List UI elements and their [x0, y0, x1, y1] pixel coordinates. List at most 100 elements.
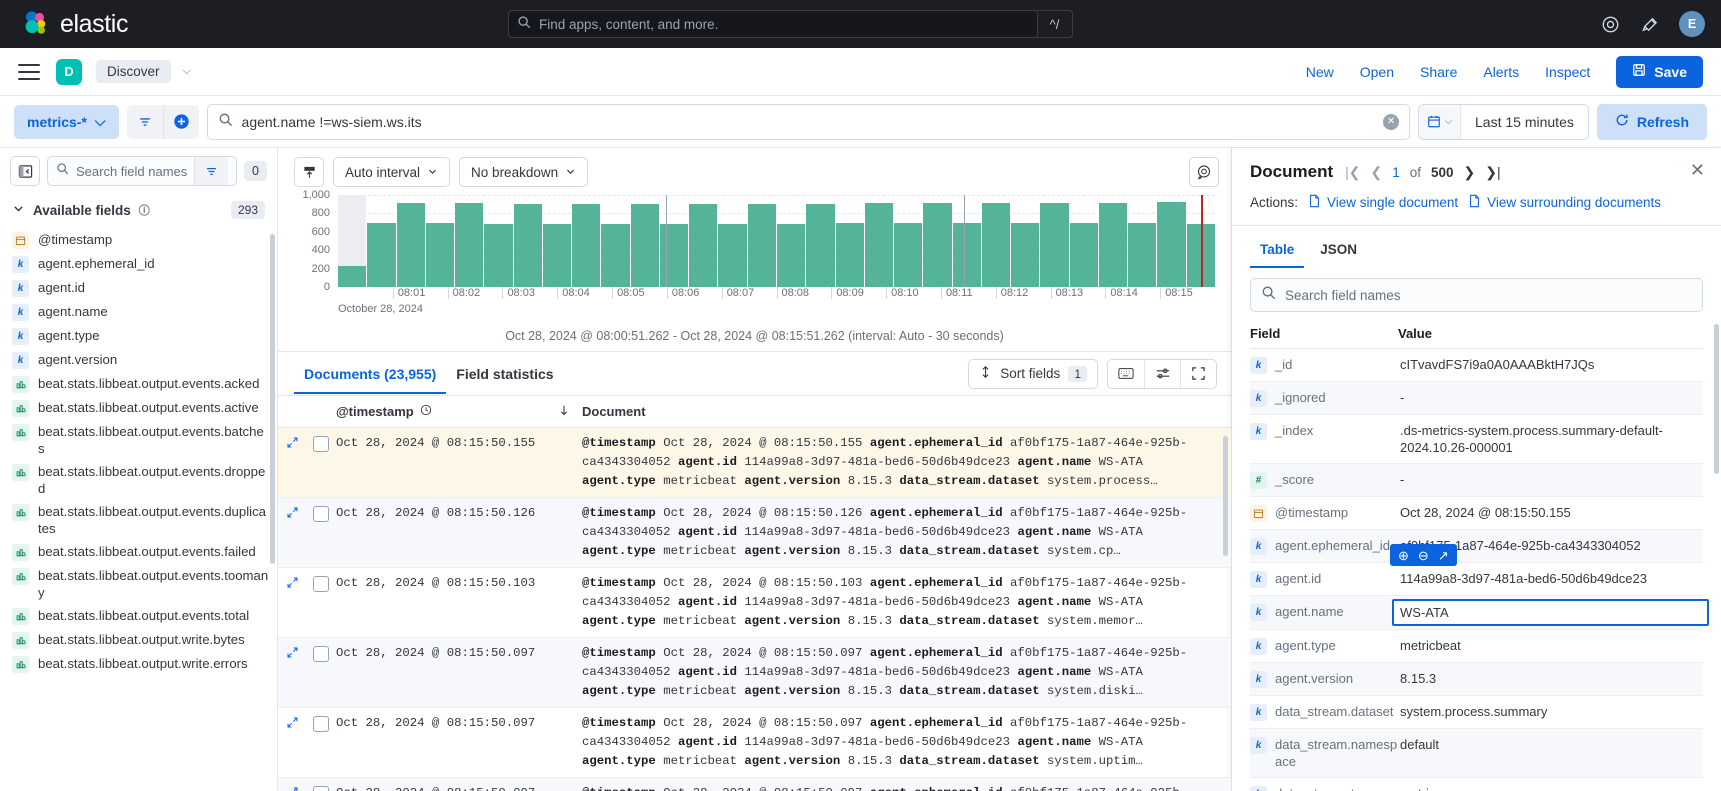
discover-app-icon[interactable]: D [56, 58, 82, 85]
expand-row-icon[interactable] [278, 714, 306, 771]
field-list-item[interactable]: k agent.type [12, 324, 269, 348]
tab-table[interactable]: Table [1250, 234, 1305, 268]
flyout-field-value[interactable]: default [1398, 736, 1703, 753]
field-search-input[interactable] [76, 163, 188, 179]
chart-type-button[interactable] [294, 157, 324, 187]
filter-options-button[interactable] [127, 105, 163, 139]
flyout-field-row[interactable]: k agent.name WS-ATA [1250, 596, 1709, 630]
chart-bar[interactable] [601, 223, 630, 287]
flyout-field-value[interactable]: - [1398, 471, 1703, 488]
last-page-icon[interactable]: ❯| [1485, 164, 1500, 181]
sort-fields-button[interactable]: Sort fields 1 [968, 358, 1098, 389]
chart-bar[interactable] [659, 223, 689, 287]
breadcrumb[interactable]: Discover [96, 60, 171, 83]
chart-bar[interactable] [513, 204, 542, 287]
field-list-item[interactable]: k agent.version [12, 348, 269, 372]
row-checkbox[interactable] [306, 574, 336, 631]
value-actions-popover[interactable]: ⊕ ⊖ ↗ [1390, 544, 1457, 566]
checkbox[interactable] [313, 506, 329, 522]
checkbox[interactable] [313, 436, 329, 452]
chart-bar-cell[interactable] [396, 195, 425, 287]
timestamp-col-header[interactable]: @timestamp [336, 404, 582, 420]
keyboard-shortcuts-button[interactable] [1108, 360, 1144, 388]
collapse-sidebar-button[interactable] [10, 156, 40, 186]
breakdown-picker[interactable]: No breakdown [459, 157, 589, 187]
fullscreen-button[interactable] [1180, 359, 1216, 388]
chart-bar[interactable] [923, 203, 952, 287]
chart-bar[interactable] [718, 223, 747, 287]
field-type-filter-button[interactable] [194, 157, 229, 185]
chart-bar[interactable] [1040, 203, 1069, 287]
flyout-field-value[interactable]: .ds-metrics-system.process.summary-defau… [1398, 422, 1703, 456]
display-options-button[interactable] [1144, 359, 1180, 388]
chart-bar[interactable] [776, 223, 806, 287]
chart-bar-cell[interactable] [894, 195, 923, 287]
field-list-item[interactable]: beat.stats.libbeat.output.events.active [12, 396, 269, 420]
field-list[interactable]: @timestamp k agent.ephemeral_id k agent.id k a… [0, 228, 277, 791]
flyout-field-row[interactable]: k agent.ephemeral_id af0bf175-1a87-464e-92… [1250, 530, 1703, 563]
row-checkbox[interactable] [306, 714, 336, 771]
clear-query-icon[interactable]: ✕ [1383, 113, 1400, 130]
chart-bar-cell[interactable] [747, 195, 776, 287]
close-icon[interactable]: ✕ [1690, 160, 1705, 181]
chart-bar[interactable] [1011, 222, 1040, 287]
flyout-field-value[interactable]: metricbeat [1398, 637, 1703, 654]
chart-bar-cell[interactable] [689, 195, 718, 287]
documents-scrollbar[interactable] [1223, 436, 1228, 556]
chart-bar-cell[interactable] [952, 195, 981, 287]
chart-bar-cell[interactable] [513, 195, 542, 287]
flyout-field-value[interactable]: Oct 28, 2024 @ 08:15:50.155 [1398, 504, 1703, 521]
field-list-item[interactable]: beat.stats.libbeat.output.events.failed [12, 540, 269, 564]
chart-bar-cell[interactable] [1098, 195, 1128, 287]
chart-bar-cell[interactable] [425, 195, 455, 287]
chart-bar[interactable] [952, 222, 981, 287]
field-list-item[interactable]: beat.stats.libbeat.output.events.total [12, 604, 269, 628]
chart-bar-cell[interactable] [776, 195, 806, 287]
chart-bar-cell[interactable] [659, 195, 689, 287]
chart-bar[interactable] [425, 222, 455, 287]
share-link[interactable]: Share [1420, 64, 1457, 80]
chart-bar-cell[interactable] [1040, 195, 1069, 287]
sort-desc-icon[interactable] [558, 404, 570, 420]
histogram-chart[interactable]: 1,000 800 600 400 200 0 08:01 08:02 08:03 08:04 0… [294, 189, 1215, 315]
expand-value-icon[interactable]: ↗ [1438, 549, 1449, 562]
table-row[interactable]: Oct 28, 2024 @ 08:15:50.155 @timestamp Oc… [278, 428, 1231, 498]
flyout-field-value[interactable]: cITvavdFS7i9a0A0AAABktH7JQs [1398, 356, 1703, 373]
chart-bar-cell[interactable] [981, 195, 1011, 287]
chart-bar[interactable] [338, 265, 367, 287]
data-view-picker[interactable]: metrics-* ⌵ [14, 104, 119, 139]
chart-bar[interactable] [835, 223, 864, 287]
chart-bar[interactable] [396, 203, 425, 287]
checkbox[interactable] [313, 786, 329, 791]
field-list-item[interactable]: beat.stats.libbeat.output.write.errors [12, 652, 269, 676]
chart-bar-cell[interactable] [484, 195, 513, 287]
chart-bar-cell[interactable] [1069, 195, 1098, 287]
next-page-icon[interactable]: ❯ [1464, 164, 1476, 181]
flyout-field-row[interactable]: k agent.id 114a99a8-3d97-481a-bed6-50d6b49… [1250, 544, 1703, 596]
row-checkbox[interactable] [306, 504, 336, 561]
chart-bar-cell[interactable] [806, 195, 835, 287]
chart-bar[interactable] [981, 202, 1011, 287]
chart-bar[interactable] [894, 222, 923, 287]
flyout-field-row[interactable]: # _score - [1250, 464, 1703, 497]
chart-bar-cell[interactable] [1011, 195, 1040, 287]
flyout-field-row[interactable]: k data_stream.namespace default [1250, 729, 1703, 778]
chart-bar-cell[interactable] [572, 195, 601, 287]
chart-bar-cell[interactable] [601, 195, 630, 287]
chart-bar-cell[interactable] [1157, 195, 1186, 287]
chart-bar[interactable] [1157, 202, 1186, 287]
chart-bar-cell[interactable] [630, 195, 659, 287]
open-link[interactable]: Open [1360, 64, 1394, 80]
checkbox[interactable] [313, 576, 329, 592]
flyout-scrollbar[interactable] [1714, 324, 1719, 474]
inspect-link[interactable]: Inspect [1545, 64, 1590, 80]
chart-bar-cell[interactable] [542, 195, 572, 287]
flyout-field-row[interactable]: k data_stream.dataset system.process.summa… [1250, 696, 1703, 729]
flyout-field-row[interactable]: k agent.version 8.15.3 [1250, 663, 1703, 696]
chart-bar[interactable] [630, 204, 659, 287]
field-list-item[interactable]: k agent.name [12, 300, 269, 324]
chevron-down-icon[interactable]: ⌵ [183, 65, 191, 78]
flyout-field-value[interactable]: - [1398, 389, 1703, 406]
chart-bar[interactable] [1128, 222, 1157, 287]
field-list-item[interactable]: beat.stats.libbeat.output.events.dropped [12, 460, 269, 500]
